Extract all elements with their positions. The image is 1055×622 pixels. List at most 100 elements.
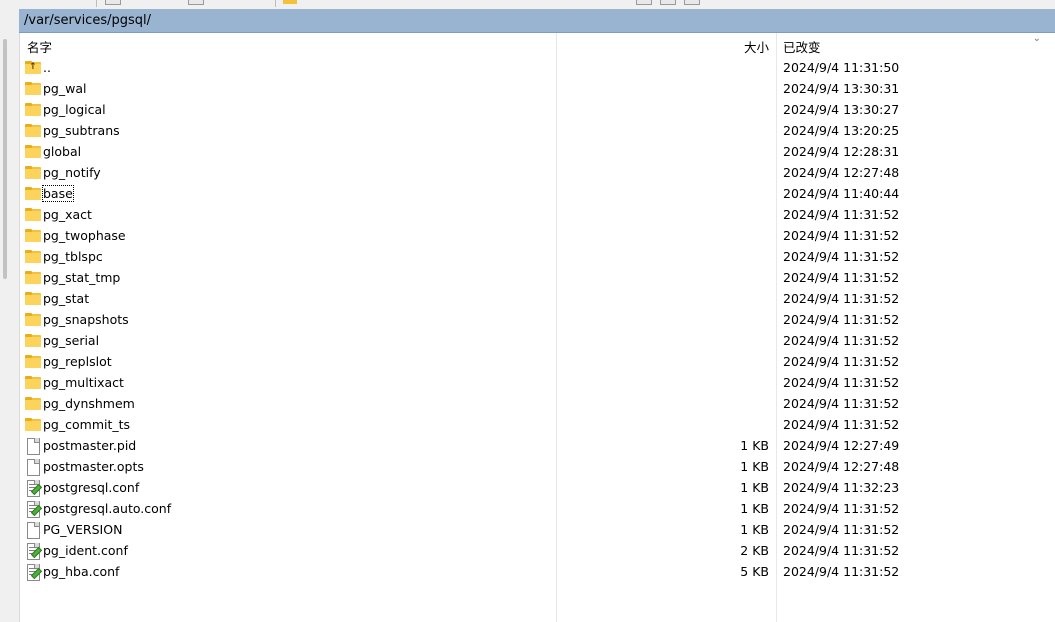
item-modified: 2024/9/4 12:27:48 (783, 459, 900, 474)
item-name: pg_ident.conf (43, 543, 128, 558)
item-name: .. (43, 60, 51, 75)
item-modified: 2024/9/4 13:20:25 (783, 123, 900, 138)
toolbar-button[interactable] (684, 0, 700, 5)
toolbar-button[interactable] (660, 0, 676, 5)
list-item[interactable]: pg_logical 2024/9/4 13:30:27 (20, 100, 1055, 121)
chevron-down-icon[interactable]: ⌄ (1033, 33, 1041, 44)
folder-icon (25, 418, 42, 432)
item-name: pg_dynshmem (43, 396, 135, 411)
column-header-modified[interactable]: 已改变 (783, 37, 821, 56)
item-modified: 2024/9/4 11:31:52 (783, 417, 900, 432)
folder-icon (25, 82, 42, 96)
folder-icon (25, 166, 42, 180)
item-modified: 2024/9/4 11:31:52 (783, 354, 900, 369)
item-name: pg_stat (43, 291, 90, 306)
list-item[interactable]: pg_ident.conf 2 KB 2024/9/4 11:31:52 (20, 541, 1055, 562)
list-item[interactable]: pg_xact 2024/9/4 11:31:52 (20, 205, 1055, 226)
list-item[interactable]: pg_twophase 2024/9/4 11:31:52 (20, 226, 1055, 247)
list-item[interactable]: pg_tblspc 2024/9/4 11:31:52 (20, 247, 1055, 268)
item-size: 5 KB (740, 564, 769, 579)
item-modified: 2024/9/4 11:31:52 (783, 333, 900, 348)
item-modified: 2024/9/4 11:31:52 (783, 396, 900, 411)
path-bar[interactable]: /var/services/pgsql/ (19, 9, 1055, 33)
folder-icon (25, 313, 42, 327)
item-name: PG_VERSION (43, 522, 123, 537)
list-item[interactable]: postmaster.opts 1 KB 2024/9/4 12:27:48 (20, 457, 1055, 478)
item-modified: 2024/9/4 11:31:52 (783, 501, 900, 516)
folder-icon (25, 145, 42, 159)
list-item[interactable]: base 2024/9/4 11:40:44 (20, 184, 1055, 205)
item-modified: 2024/9/4 12:27:48 (783, 165, 900, 180)
left-panel-edge (0, 9, 20, 622)
column-header-size[interactable]: 大小 (744, 37, 769, 56)
current-path: /var/services/pgsql/ (24, 13, 152, 28)
config-file-icon (25, 480, 43, 497)
item-modified: 2024/9/4 12:28:31 (783, 144, 900, 159)
list-item[interactable]: pg_subtrans 2024/9/4 13:20:25 (20, 121, 1055, 142)
list-item[interactable]: pg_multixact 2024/9/4 11:31:52 (20, 373, 1055, 394)
item-size: 1 KB (740, 438, 769, 453)
file-list[interactable]: 名字 大小 已改变 ⌄ ↑.. 2024/9/4 11:31:50 pg_wal 20… (20, 33, 1055, 622)
list-item[interactable]: postmaster.pid 1 KB 2024/9/4 12:27:49 (20, 436, 1055, 457)
item-name: base (42, 185, 74, 202)
list-item[interactable]: PG_VERSION 1 KB 2024/9/4 11:31:52 (20, 520, 1055, 541)
item-modified: 2024/9/4 11:31:50 (783, 60, 900, 75)
item-name: pg_notify (43, 165, 101, 180)
item-modified: 2024/9/4 12:27:49 (783, 438, 900, 453)
list-item[interactable]: pg_snapshots 2024/9/4 11:31:52 (20, 310, 1055, 331)
item-modified: 2024/9/4 11:31:52 (783, 375, 900, 390)
folder-icon (25, 208, 42, 222)
item-name: pg_hba.conf (43, 564, 120, 579)
file-icon (25, 459, 42, 476)
folder-icon[interactable] (283, 0, 297, 4)
list-item[interactable]: postgresql.auto.conf 1 KB 2024/9/4 11:31:5… (20, 499, 1055, 520)
toolbar-button[interactable] (105, 0, 121, 5)
item-name: pg_wal (43, 81, 87, 96)
config-file-icon (25, 564, 43, 581)
folder-icon (25, 271, 42, 285)
item-name: pg_tblspc (43, 249, 103, 264)
item-name: pg_replslot (43, 354, 112, 369)
folder-icon (25, 229, 42, 243)
list-item[interactable]: pg_dynshmem 2024/9/4 11:31:52 (20, 394, 1055, 415)
item-size: 1 KB (740, 501, 769, 516)
list-item[interactable]: pg_replslot 2024/9/4 11:31:52 (20, 352, 1055, 373)
list-item[interactable]: pg_serial 2024/9/4 11:31:52 (20, 331, 1055, 352)
item-name: pg_twophase (43, 228, 126, 243)
list-item[interactable]: pg_stat_tmp 2024/9/4 11:31:52 (20, 268, 1055, 289)
item-name: pg_multixact (43, 375, 124, 390)
item-name: pg_logical (43, 102, 106, 117)
list-item[interactable]: global 2024/9/4 12:28:31 (20, 142, 1055, 163)
item-name: pg_subtrans (43, 123, 120, 138)
item-modified: 2024/9/4 11:31:52 (783, 249, 900, 264)
toolbar-button[interactable] (188, 0, 204, 5)
list-item[interactable]: pg_notify 2024/9/4 12:27:48 (20, 163, 1055, 184)
folder-icon (25, 355, 42, 369)
item-name: pg_xact (43, 207, 92, 222)
toolbar-button[interactable] (636, 0, 652, 5)
item-modified: 2024/9/4 11:31:52 (783, 564, 900, 579)
item-name: postmaster.opts (43, 459, 144, 474)
item-modified: 2024/9/4 13:30:27 (783, 102, 900, 117)
folder-icon (25, 376, 42, 390)
folder-icon (25, 334, 42, 348)
item-size: 1 KB (740, 480, 769, 495)
item-modified: 2024/9/4 11:40:44 (783, 186, 900, 201)
item-modified: 2024/9/4 11:31:52 (783, 543, 900, 558)
item-size: 1 KB (740, 459, 769, 474)
file-icon (25, 438, 42, 455)
list-item[interactable]: postgresql.conf 1 KB 2024/9/4 11:32:23 (20, 478, 1055, 499)
toolbar-separator (275, 0, 276, 7)
list-item[interactable]: pg_wal 2024/9/4 13:30:31 (20, 79, 1055, 100)
list-item[interactable]: ↑.. 2024/9/4 11:31:50 (20, 58, 1055, 79)
list-item[interactable]: pg_stat 2024/9/4 11:31:52 (20, 289, 1055, 310)
list-item[interactable]: pg_commit_ts 2024/9/4 11:31:52 (20, 415, 1055, 436)
left-scrollbar[interactable] (3, 39, 7, 279)
item-modified: 2024/9/4 11:31:52 (783, 270, 900, 285)
column-header-name[interactable]: 名字 (27, 37, 52, 56)
folder-icon (25, 292, 42, 306)
item-name: pg_serial (43, 333, 100, 348)
item-modified: 2024/9/4 11:31:52 (783, 291, 900, 306)
list-item[interactable]: pg_hba.conf 5 KB 2024/9/4 11:31:52 (20, 562, 1055, 583)
config-file-icon (25, 501, 43, 518)
